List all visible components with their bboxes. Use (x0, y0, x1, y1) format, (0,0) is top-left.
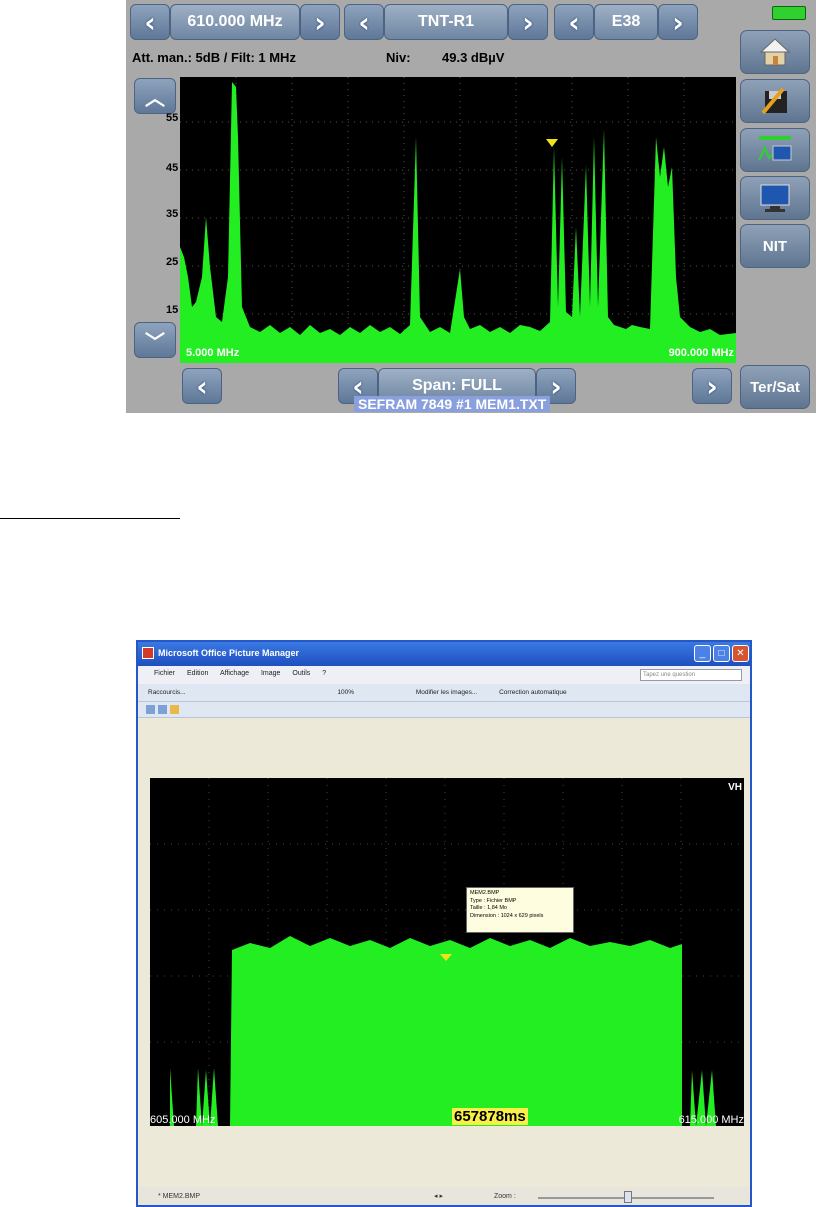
freq-prev-button[interactable]: ‹ (130, 4, 170, 40)
home-button[interactable] (740, 30, 810, 74)
zoom-slider-thumb[interactable] (624, 1191, 632, 1203)
tv-button[interactable] (740, 176, 810, 220)
close-button[interactable]: ✕ (732, 645, 749, 662)
ter-sat-button[interactable]: Ter/Sat (740, 365, 810, 409)
zoom-select[interactable]: 100% (337, 689, 354, 696)
channel-prev-button[interactable]: ‹ (554, 4, 594, 40)
spectrum-display[interactable]: 5.000 MHz 900.000 MHz (180, 77, 736, 363)
tooltip-line: Dimension : 1024 x 629 pixels (470, 912, 544, 919)
menu-bar: Fichier Edition Affichage Image Outils ?… (138, 666, 750, 684)
home-icon (759, 38, 791, 66)
chevron-up-icon: ︿ (145, 87, 165, 110)
y-tick: 55 (166, 112, 179, 124)
toolbar: Raccourcis... 100% Modifier les images..… (138, 684, 750, 702)
level-label: Niv: (386, 50, 411, 65)
auto-correct-button[interactable]: Correction automatique (499, 689, 567, 696)
freq-next-button[interactable]: › (300, 4, 340, 40)
image-canvas: VH 605.000 MHz 615.000 MHz 657878ms MEM2… (150, 778, 744, 1126)
tooltip-line: MEM2.BMP (470, 890, 500, 896)
plan-prev-button[interactable]: ‹ (344, 4, 384, 40)
chevron-down-icon: ﹀ (145, 331, 165, 354)
menu-outils[interactable]: Outils (292, 670, 310, 677)
pan-left-button[interactable]: ‹ (182, 368, 222, 404)
y-tick: 25 (166, 256, 179, 268)
single-view-icon[interactable] (170, 705, 179, 714)
channel-field[interactable]: E38 (594, 4, 658, 40)
plan-next-button[interactable]: › (508, 4, 548, 40)
edit-images-button[interactable]: Modifier les images... (416, 689, 477, 696)
x-start-label: 605.000 MHz (150, 1114, 216, 1126)
spectrum-tv-icon (758, 136, 792, 161)
tooltip-line: Taille : 1,84 Mo (470, 905, 507, 911)
spectrum-image-trace (170, 936, 716, 1126)
edit-save-button[interactable] (740, 79, 810, 123)
battery-icon (772, 6, 806, 20)
minimize-button[interactable]: _ (694, 645, 711, 662)
channel-plan-field[interactable]: TNT-R1 (384, 4, 508, 40)
menu-image[interactable]: Image (261, 670, 280, 677)
level-down-button[interactable]: ﹀ (134, 322, 176, 358)
channel-next-button[interactable]: › (658, 4, 698, 40)
analyzer-screen: ‹ 610.000 MHz › ‹ TNT-R1 › ‹ E38 › Att. … (126, 0, 816, 413)
x-end-label: 900.000 MHz (668, 347, 734, 359)
level-marker-icon (546, 139, 558, 147)
status-bar: * MEM2.BMP ◂ ▸ Zoom : (138, 1187, 750, 1205)
menu-edition[interactable]: Edition (187, 670, 208, 677)
x-start-label: 5.000 MHz (186, 347, 240, 359)
pan-right-button[interactable]: › (692, 368, 732, 404)
y-tick: 45 (166, 162, 179, 174)
view-toolbar (138, 702, 750, 718)
level-value: 49.3 dBµV (442, 50, 505, 65)
corner-label: VH (728, 782, 742, 793)
y-tick: 15 (166, 304, 179, 316)
spectrum-tv-button[interactable] (740, 128, 810, 172)
thumbnail-view-icon[interactable] (146, 705, 155, 714)
status-filename: * MEM2.BMP (158, 1193, 201, 1200)
level-up-button[interactable]: ︿ (134, 78, 176, 114)
spectrum-image-svg (150, 778, 744, 1126)
nav-arrows[interactable]: ◂ ▸ (434, 1192, 443, 1200)
help-search-input[interactable]: Tapez une question (640, 669, 742, 681)
file-overlay: SEFRAM 7849 #1 MEM1.TXT (354, 396, 551, 412)
zoom-label: Zoom : (494, 1193, 516, 1200)
picture-manager-window: Microsoft Office Picture Manager _ □ ✕ F… (136, 640, 752, 1207)
file-tooltip: MEM2.BMP Type : Fichier BMP Taille : 1,8… (466, 887, 574, 933)
window-title: Microsoft Office Picture Manager (138, 642, 750, 666)
shortcuts-button[interactable]: Raccourcis... (148, 689, 186, 696)
app-icon (142, 647, 154, 659)
menu-affichage[interactable]: Affichage (220, 670, 249, 677)
spectrum-trace-svg (180, 77, 736, 363)
timer-label: 657878ms (452, 1108, 528, 1125)
divider (0, 518, 180, 519)
spectrum-trace (180, 82, 736, 363)
maximize-button[interactable]: □ (713, 645, 730, 662)
edit-save-icon (761, 87, 787, 115)
y-tick: 35 (166, 208, 179, 220)
attenuation-info: Att. man.: 5dB / Filt: 1 MHz (132, 50, 296, 65)
nit-button[interactable]: NIT (740, 224, 810, 268)
menu-help[interactable]: ? (322, 670, 326, 677)
frequency-field[interactable]: 610.000 MHz (170, 4, 300, 40)
tooltip-line: Type : Fichier BMP (470, 897, 517, 904)
tv-icon (760, 184, 790, 212)
x-end-label: 615.000 MHz (678, 1114, 744, 1126)
filmstrip-view-icon[interactable] (158, 705, 167, 714)
menu-fichier[interactable]: Fichier (154, 670, 175, 677)
